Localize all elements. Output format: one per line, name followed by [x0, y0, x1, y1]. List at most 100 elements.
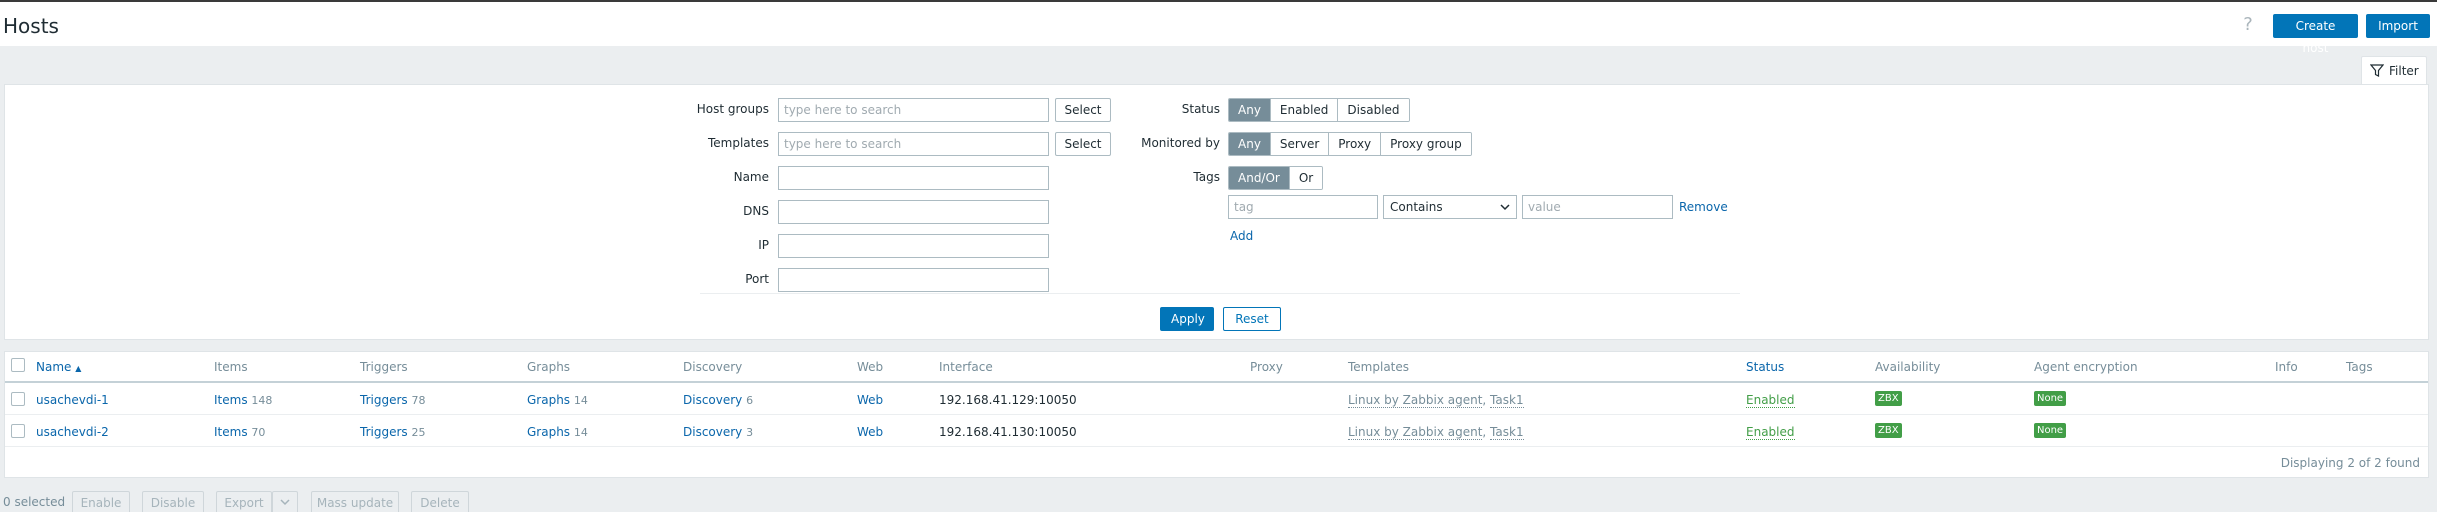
help-icon[interactable]: ?: [2240, 14, 2256, 35]
export-button[interactable]: Export: [216, 491, 272, 512]
monitored-by-label: Monitored by: [1141, 136, 1220, 150]
apply-button[interactable]: Apply: [1160, 307, 1214, 331]
graphs-count: 14: [573, 394, 588, 407]
filter-tab[interactable]: Filter: [2361, 56, 2427, 84]
row-checkbox[interactable]: [11, 392, 25, 406]
template-link[interactable]: Linux by Zabbix agent: [1348, 393, 1483, 408]
template-separator: ,: [1482, 393, 1491, 407]
dns-label: DNS: [743, 204, 769, 218]
name-label: Name: [733, 170, 769, 184]
export-dropdown-button[interactable]: [272, 491, 298, 512]
column-templates: Templates: [1348, 360, 1410, 374]
page-header: Hosts ? Create host Import: [0, 0, 2437, 55]
import-button[interactable]: Import: [2366, 14, 2430, 38]
column-info: Info: [2275, 360, 2298, 374]
column-items: Items: [214, 360, 248, 374]
ip-label: IP: [758, 238, 769, 252]
select-all-checkbox[interactable]: [11, 358, 25, 372]
graphs-count: 14: [573, 426, 588, 439]
create-host-button[interactable]: Create host: [2273, 14, 2358, 55]
tags-or[interactable]: Or: [1289, 167, 1323, 189]
host-groups-input[interactable]: [778, 98, 1049, 122]
dns-input[interactable]: [778, 200, 1049, 224]
mass-action-bar: 0 selected Enable Disable Export Mass up…: [0, 486, 2437, 512]
monitored-any[interactable]: Any: [1229, 133, 1271, 155]
template-link[interactable]: Task1: [1490, 425, 1524, 440]
status-enabled-link[interactable]: Enabled: [1746, 425, 1795, 440]
web-link[interactable]: Web: [857, 425, 883, 439]
column-triggers: Triggers: [360, 360, 408, 374]
interface-value: 192.168.41.130:10050: [939, 425, 1077, 439]
items-link[interactable]: Items: [214, 393, 248, 407]
encryption-badge: None: [2034, 423, 2067, 438]
template-link[interactable]: Linux by Zabbix agent: [1348, 425, 1483, 440]
enable-button[interactable]: Enable: [72, 491, 130, 512]
tag-add-link[interactable]: Add: [1230, 229, 1253, 243]
discovery-count: 3: [746, 426, 754, 439]
triggers-count: 25: [411, 426, 426, 439]
graphs-link[interactable]: Graphs: [527, 425, 570, 439]
tag-value-input[interactable]: [1522, 195, 1673, 219]
tags-evaltype-segmented: And/Or Or: [1228, 166, 1324, 190]
delete-button[interactable]: Delete: [411, 491, 469, 512]
monitored-server[interactable]: Server: [1270, 133, 1330, 155]
port-label: Port: [745, 272, 769, 286]
table-row: usachevdi-1 Items 148 Triggers 78 Graphs…: [5, 384, 2428, 415]
column-agent-encryption: Agent encryption: [2034, 360, 2138, 374]
table-footer-count: Displaying 2 of 2 found: [2280, 456, 2420, 470]
status-enabled-link[interactable]: Enabled: [1746, 393, 1795, 408]
row-checkbox[interactable]: [11, 424, 25, 438]
host-name-link[interactable]: usachevdi-1: [36, 393, 109, 407]
ip-input[interactable]: [778, 234, 1049, 258]
items-count: 70: [251, 426, 266, 439]
column-name-label: Name: [36, 360, 72, 374]
interface-value: 192.168.41.129:10050: [939, 393, 1077, 407]
items-count: 148: [251, 394, 273, 407]
discovery-count: 6: [746, 394, 754, 407]
graphs-link[interactable]: Graphs: [527, 393, 570, 407]
status-disabled[interactable]: Disabled: [1338, 99, 1409, 121]
items-link[interactable]: Items: [214, 425, 248, 439]
filter-icon: [2370, 64, 2384, 77]
triggers-count: 78: [411, 394, 426, 407]
sort-asc-icon: ▲: [75, 364, 82, 373]
filter-divider: [700, 293, 1740, 294]
tag-operator-value: Contains: [1390, 200, 1443, 214]
encryption-badge: None: [2034, 391, 2067, 406]
monitored-proxy-group[interactable]: Proxy group: [1381, 133, 1471, 155]
monitored-proxy[interactable]: Proxy: [1329, 133, 1382, 155]
tag-operator-select[interactable]: Contains: [1383, 195, 1517, 219]
reset-button[interactable]: Reset: [1223, 307, 1281, 331]
column-graphs: Graphs: [527, 360, 571, 374]
tag-input[interactable]: [1228, 195, 1378, 219]
disable-button[interactable]: Disable: [142, 491, 204, 512]
web-link[interactable]: Web: [857, 393, 883, 407]
tag-remove-link[interactable]: Remove: [1679, 200, 1728, 214]
name-input[interactable]: [778, 166, 1049, 190]
status-enabled[interactable]: Enabled: [1270, 99, 1339, 121]
discovery-link[interactable]: Discovery: [683, 393, 742, 407]
triggers-link[interactable]: Triggers: [360, 393, 408, 407]
status-any[interactable]: Any: [1229, 99, 1271, 121]
chevron-down-icon: [280, 499, 290, 506]
tags-and-or[interactable]: And/Or: [1229, 167, 1290, 189]
filter-tab-label: Filter: [2389, 64, 2419, 78]
chevron-down-icon: [1500, 204, 1510, 211]
table-row: usachevdi-2 Items 70 Triggers 25 Graphs …: [5, 416, 2428, 447]
selected-count: 0 selected: [3, 495, 66, 509]
template-link[interactable]: Task1: [1490, 393, 1524, 408]
templates-input[interactable]: [778, 132, 1049, 156]
table-header-divider: [5, 381, 2428, 383]
port-input[interactable]: [778, 268, 1049, 292]
triggers-link[interactable]: Triggers: [360, 425, 408, 439]
availability-badge[interactable]: ZBX: [1875, 423, 1902, 438]
discovery-link[interactable]: Discovery: [683, 425, 742, 439]
host-name-link[interactable]: usachevdi-2: [36, 425, 109, 439]
column-name[interactable]: Name ▲: [36, 360, 81, 374]
availability-badge[interactable]: ZBX: [1875, 391, 1902, 406]
column-status[interactable]: Status: [1746, 360, 1784, 374]
mass-update-button[interactable]: Mass update: [311, 491, 399, 512]
page-title: Hosts: [3, 14, 59, 38]
column-interface: Interface: [939, 360, 993, 374]
column-availability: Availability: [1875, 360, 1941, 374]
